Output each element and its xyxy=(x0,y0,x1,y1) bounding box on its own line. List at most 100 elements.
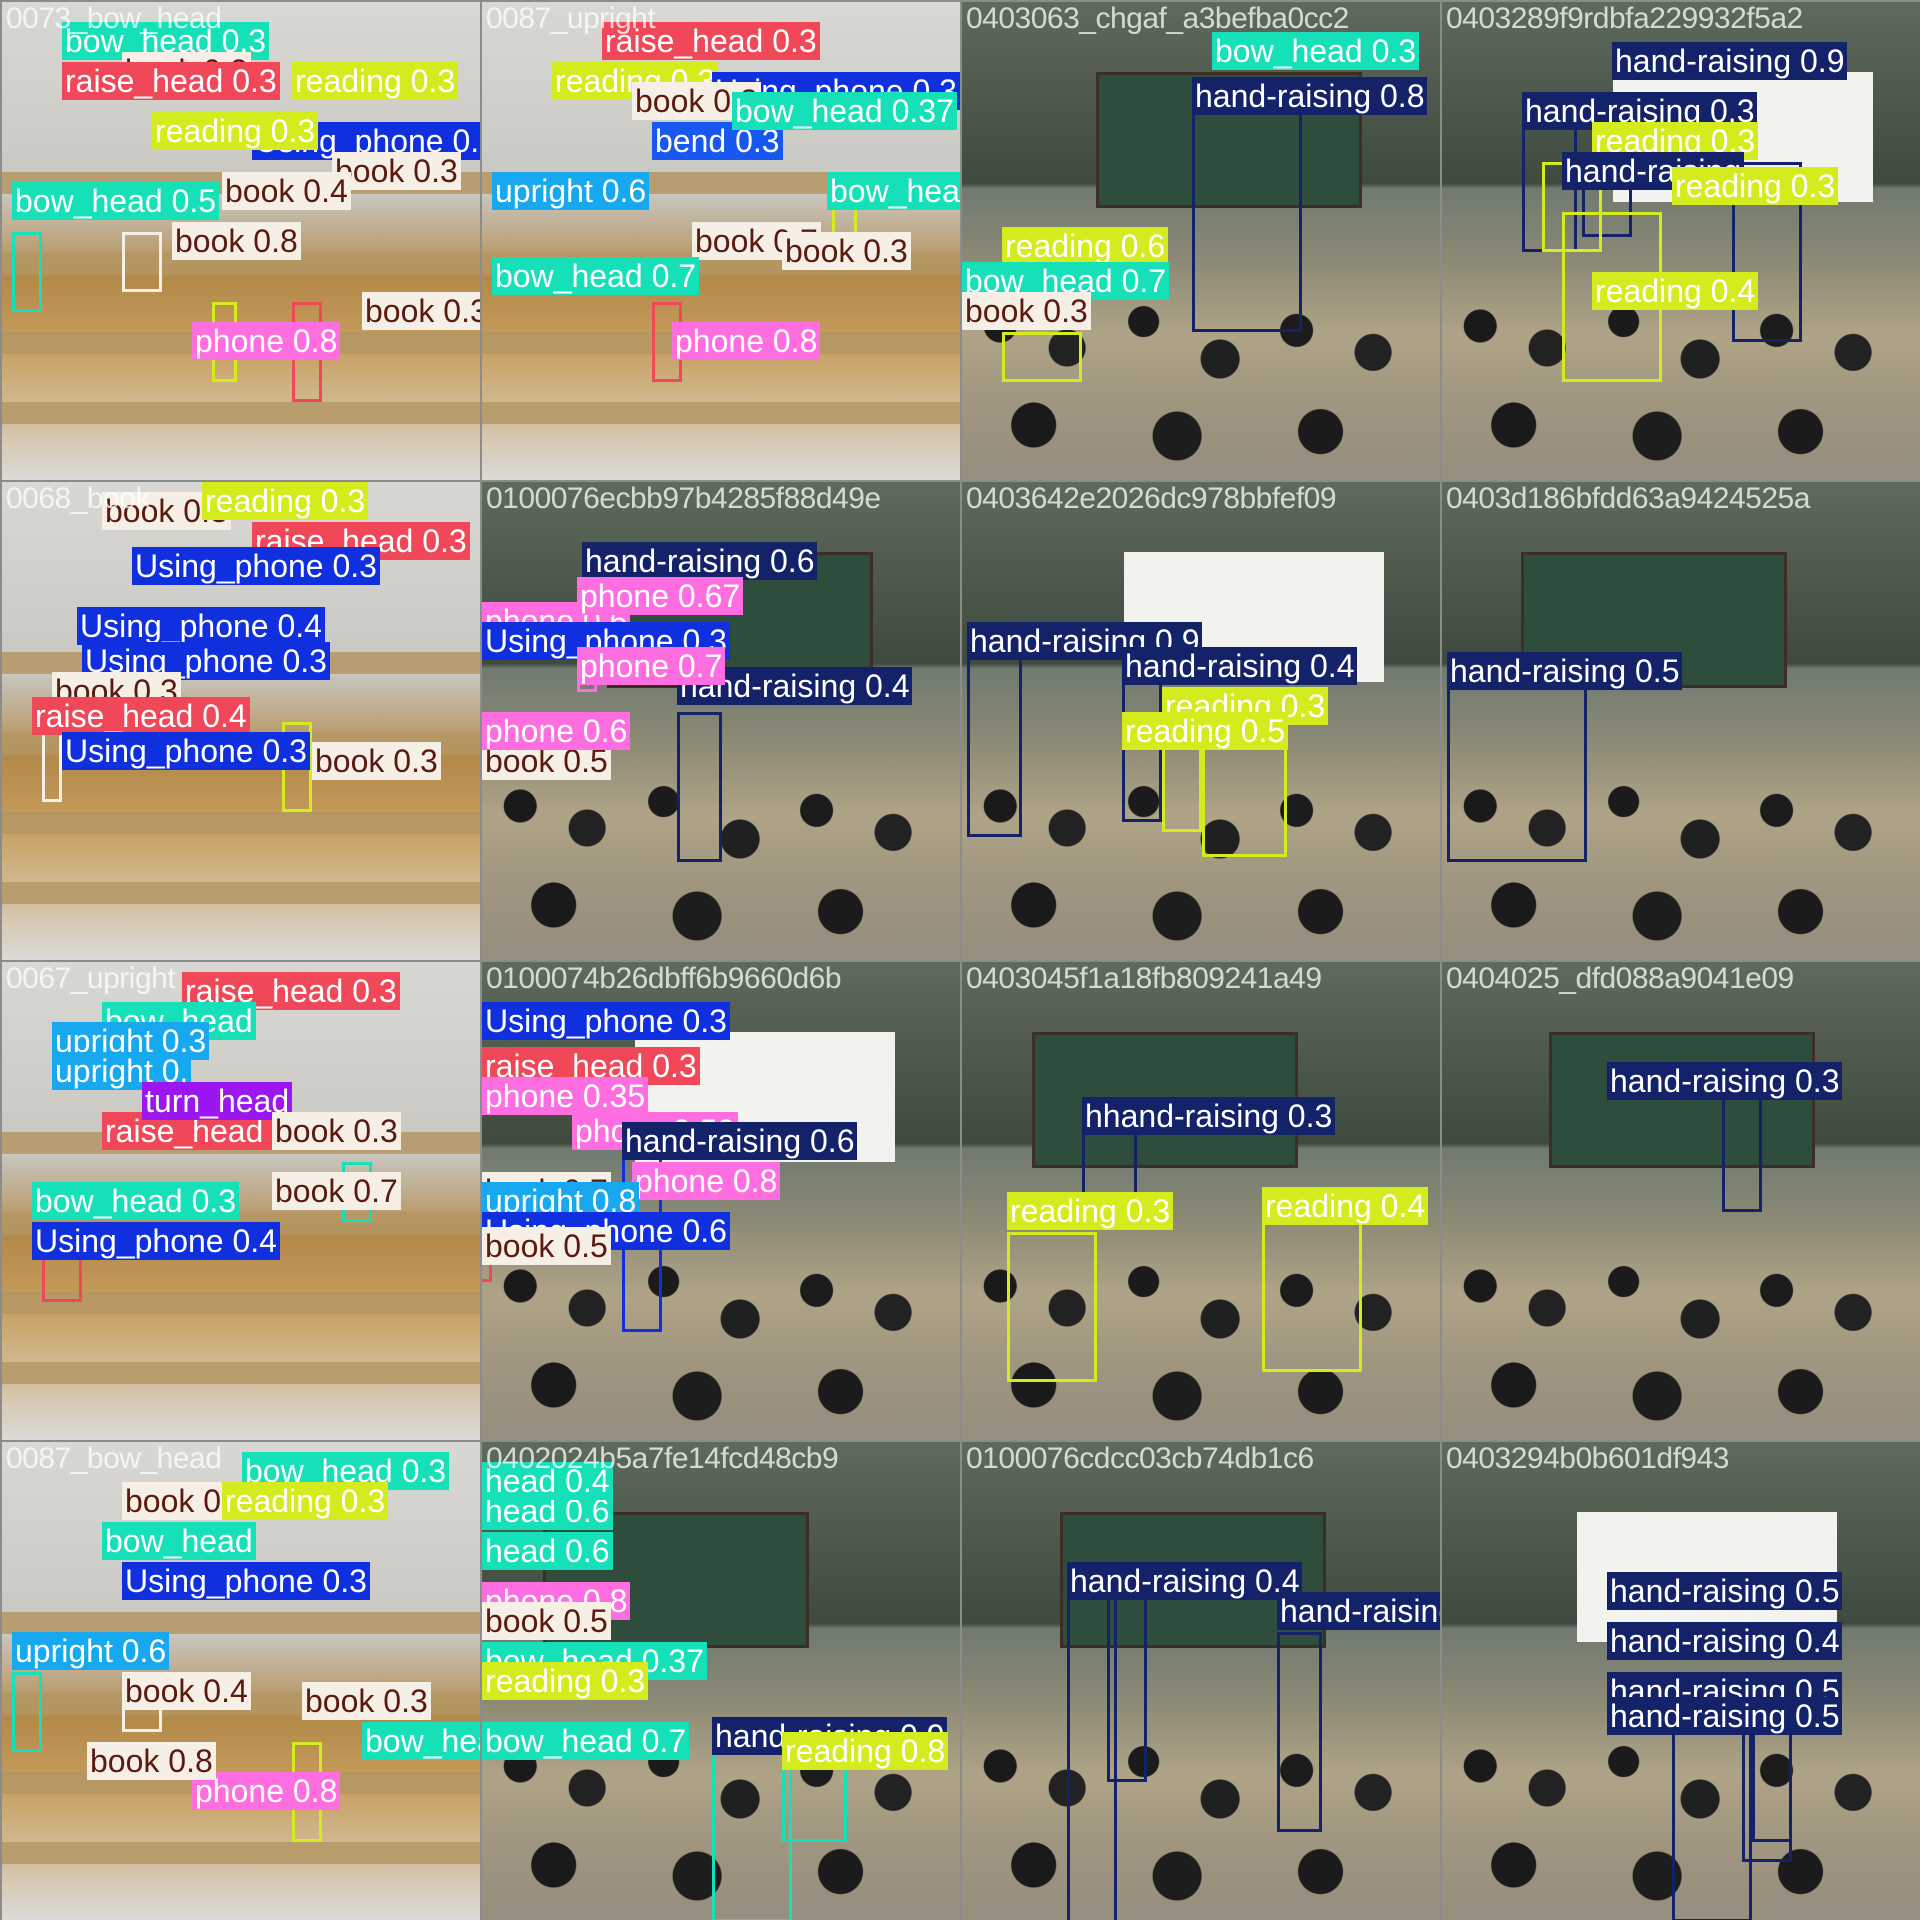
detection-label: bow_head 0.7 xyxy=(492,257,700,295)
image-filename: 0073_bow_head xyxy=(6,2,222,35)
image-tile: hand-raising 0.4hand-raising 0.6 0100076c… xyxy=(962,1442,1440,1920)
detection-label: hand-raising 0.4 xyxy=(1122,647,1358,685)
image-tile: bow_head 0.3 book 0.3 reading 0.3 bow_head U… xyxy=(2,1442,480,1920)
image-filename: 0403063_chgaf_a3befba0cc2 xyxy=(966,2,1349,35)
detection-label: reading 0.3 xyxy=(482,1662,649,1700)
detection-label: hand-raising 0.4 xyxy=(1067,1562,1303,1600)
image-filename: 0087_upright xyxy=(486,2,656,35)
image-tile: hand-raising 0.6 phone 0.6 phone 0.67 Using… xyxy=(482,482,960,960)
image-filename: 0100076cdcc03cb74db1c6 xyxy=(966,1442,1314,1475)
detection-label: book 0.3 xyxy=(362,292,480,330)
detection-label: book 0.4 xyxy=(122,1672,251,1710)
desk-row xyxy=(2,1362,480,1384)
detection-label: bow_head 0.7 xyxy=(362,1722,480,1760)
detection-label: hand-raising 0.5 xyxy=(1607,1572,1843,1610)
detection-label: raise_head 0.4 xyxy=(32,697,250,735)
detection-label: phone 0.67 xyxy=(577,577,744,615)
detection-box xyxy=(712,1752,792,1920)
detection-label: phone 0.35 xyxy=(482,1077,649,1115)
detection-box xyxy=(1722,1092,1762,1212)
detection-label: book 0.3 xyxy=(272,1112,401,1150)
image-filename: 0403294b0b601df943 xyxy=(1446,1442,1729,1475)
detection-box xyxy=(12,1672,42,1752)
detection-box xyxy=(677,712,722,862)
mosaic-grid: bow_head 0.3book 0.3raise_head 0.3readin… xyxy=(0,0,1920,1920)
detection-label: reading 0.3 xyxy=(292,62,459,100)
detection-label: phone 0.8 xyxy=(632,1162,781,1200)
detection-label: hand-raising 0.4 xyxy=(1607,1622,1843,1660)
image-tile: book 0.3 reading 0.3 raise_head 0.3 Using_p… xyxy=(2,482,480,960)
image-tile: head 0.6 head 0.6 phone 0.8 head 0.4 book 0.… xyxy=(482,1442,960,1920)
detection-label: Using_phone 0.3 xyxy=(132,547,380,585)
detection-label: bow_head 0.37 xyxy=(732,92,957,130)
image-tile: hand-raising 0.9 hand-raising 0.4 reading … xyxy=(962,482,1440,960)
image-filename: 0403d186bfdd63a9424525a xyxy=(1446,482,1810,515)
students-area xyxy=(1442,1220,1920,1440)
detection-label: head 0.6 xyxy=(482,1532,613,1570)
detection-label: bow_head 0.7 xyxy=(482,1722,690,1760)
image-tile: hand-raising 0.5 hand-raising 0.4 hand-rai… xyxy=(1442,1442,1920,1920)
detection-label: reading 0.3 xyxy=(222,1482,389,1520)
detection-box xyxy=(1262,1222,1362,1372)
detection-box xyxy=(1007,1232,1097,1382)
detection-box xyxy=(1192,112,1302,332)
image-filename: 0402024b5a7fe14fcd48cb9 xyxy=(486,1442,839,1475)
detection-label: reading 0.8 xyxy=(782,1732,949,1770)
desk-row xyxy=(2,812,480,834)
detection-box xyxy=(1447,687,1587,862)
detection-label: book 0.5 xyxy=(482,1227,611,1265)
detection-label: book 0.3 xyxy=(312,742,441,780)
desk-row xyxy=(2,1842,480,1864)
detection-label: hand-raising 0.6 xyxy=(622,1122,858,1160)
detection-label: hand-raising 0.3 xyxy=(1607,1062,1843,1100)
detection-label: reading 0.4 xyxy=(1592,272,1759,310)
detection-label: Using_phone 0.3 xyxy=(482,1002,730,1040)
detection-label: book 0.3 xyxy=(302,1682,431,1720)
detection-box xyxy=(1672,1722,1752,1920)
students-area xyxy=(962,1700,1440,1920)
detection-label: book 0.8 xyxy=(87,1742,216,1780)
detection-box xyxy=(1002,332,1082,382)
detection-label: reading 0.4 xyxy=(1262,1187,1429,1225)
detection-label: hand-raising 0.6 xyxy=(582,542,818,580)
detection-label: reading 0.3 xyxy=(1672,167,1839,205)
detection-label: Using_phone 0.4 xyxy=(32,1222,280,1260)
detection-box xyxy=(1107,1592,1147,1782)
detection-box xyxy=(12,232,42,312)
detection-label: hand-raising 0.9 xyxy=(1612,42,1848,80)
desk-row xyxy=(2,882,480,904)
image-filename: 0100074b26dbff6b9660d6b xyxy=(486,962,842,995)
image-tile: hand-raising 0.8 reading 0.6 bow_head 0.7 b… xyxy=(962,2,1440,480)
detection-label: phone 0.8 xyxy=(672,322,821,360)
detection-label: reading 0.5 xyxy=(1122,712,1289,750)
image-tile: hand-raising 0.3 0404025_dfd088a9041e09 xyxy=(1442,962,1920,1440)
detection-box xyxy=(1122,682,1162,822)
detection-label: bow_head 0.5 xyxy=(12,182,220,220)
image-filename: 0100076ecbb97b4285f88d49e xyxy=(486,482,881,515)
desk-row xyxy=(482,402,960,424)
detection-label: book 0.3 xyxy=(332,152,461,190)
image-filename: 0403642e2026dc978bbfef09 xyxy=(966,482,1337,515)
detection-label: hhand-raising 0.3 xyxy=(1082,1097,1336,1135)
detection-box xyxy=(967,657,1022,837)
detection-label: book 0.7 xyxy=(272,1172,401,1210)
image-tile: raise_head 0.3 bow_head upright 0.3 upright… xyxy=(2,962,480,1440)
image-tile: hand-raising 0.5 0403d186bfdd63a9424525a xyxy=(1442,482,1920,960)
detection-label: reading 0.6 xyxy=(1002,227,1169,265)
detection-label: bow_head 0.3 xyxy=(1212,32,1420,70)
detection-label: reading 0.3 xyxy=(1007,1192,1174,1230)
detection-label: hand-raising 0.6 xyxy=(1277,1592,1440,1630)
image-filename: 0403289f9rdbfa229932f5a2 xyxy=(1446,2,1803,35)
detection-label: phone 0.8 xyxy=(192,322,341,360)
desk-row xyxy=(2,1612,480,1634)
detection-label: turn_head xyxy=(142,1082,293,1120)
detection-label: reading 0.3 xyxy=(202,482,369,520)
image-tile: hhand-raising 0.3 reading 0.3 reading 0.4 0… xyxy=(962,962,1440,1440)
detection-label: book 0.4 xyxy=(222,172,351,210)
image-tile: raise_head 0.3 reading 0.3 Using_phone 0.3… xyxy=(482,2,960,480)
detection-label: hand-raising 0.5 xyxy=(1607,1697,1843,1735)
detection-label: raise_head 0.3 xyxy=(62,62,280,100)
detection-label: bow_head 0.3 xyxy=(32,1182,240,1220)
detection-label: upright 0.6 xyxy=(492,172,650,210)
detection-label: upright 0.6 xyxy=(12,1632,170,1670)
